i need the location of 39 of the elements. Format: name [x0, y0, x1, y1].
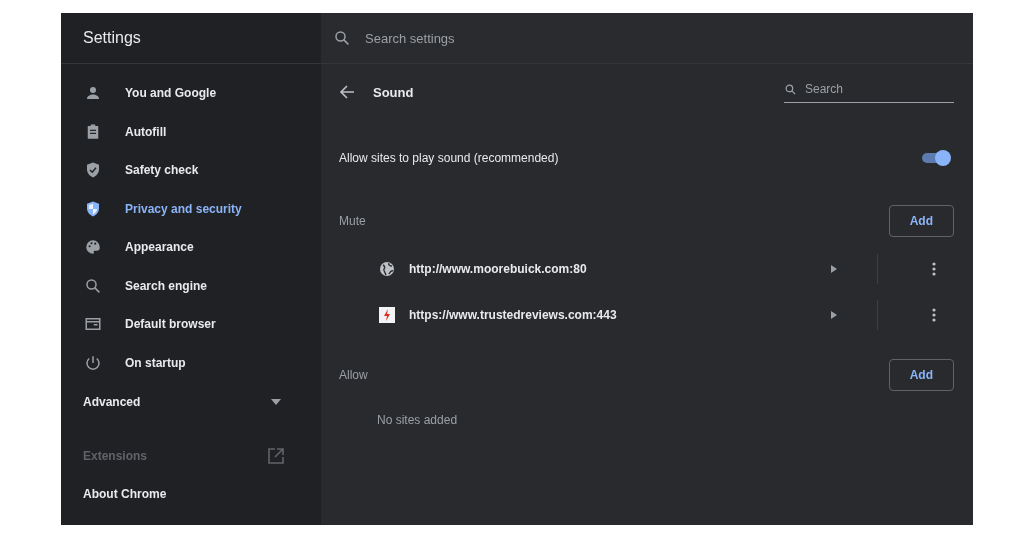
toggle-switch[interactable]: [922, 153, 948, 163]
palette-icon: [84, 238, 102, 257]
add-button[interactable]: Add: [888, 359, 954, 391]
about-link[interactable]: About Chrome: [61, 475, 321, 513]
external-link-icon: [268, 448, 284, 464]
section-heading: Mute: [339, 214, 366, 228]
search-field[interactable]: Search: [803, 81, 947, 97]
window-title: Settings: [83, 29, 141, 47]
search-icon: [784, 82, 797, 96]
search-icon: [84, 276, 102, 295]
expand-arrow-icon[interactable]: [831, 265, 837, 273]
page-title: Sound: [373, 84, 415, 100]
site-favicon-icon: [379, 307, 395, 323]
power-icon: [84, 353, 102, 372]
empty-message: No sites added: [377, 413, 458, 427]
sidebar-item[interactable]: Privacy and security: [61, 189, 321, 228]
shield-check-icon: [84, 161, 102, 180]
sidebar-item[interactable]: On startup: [61, 343, 321, 382]
sidebar-item[interactable]: Safety check: [61, 151, 321, 190]
site-url: https://www.trustedreviews.com:443: [409, 308, 618, 322]
sidebar-item[interactable]: Autofill: [61, 112, 321, 151]
sidebar-item[interactable]: Default browser: [61, 305, 321, 344]
sidebar-item[interactable]: Appearance: [61, 228, 321, 267]
site-url: http://www.moorebuick.com:80: [409, 262, 588, 276]
shield-icon: [84, 199, 102, 218]
advanced-toggle[interactable]: Advanced: [61, 383, 321, 421]
search-icon: [333, 29, 351, 47]
search-field[interactable]: Search settings: [363, 29, 667, 47]
more-options-icon[interactable]: [932, 308, 936, 322]
caret-icon: [271, 399, 281, 405]
sidebar-item[interactable]: Search engine: [61, 266, 321, 305]
expand-arrow-icon[interactable]: [831, 311, 837, 319]
setting-label: Allow sites to play sound (recommended): [339, 151, 559, 165]
section-heading: Allow: [339, 368, 368, 382]
globe-icon: [379, 261, 395, 277]
sidebar-item[interactable]: You and Google: [61, 74, 321, 113]
more-options-icon[interactable]: [932, 262, 936, 276]
add-button[interactable]: Add: [888, 205, 954, 237]
back-arrow-icon[interactable]: [339, 84, 355, 100]
